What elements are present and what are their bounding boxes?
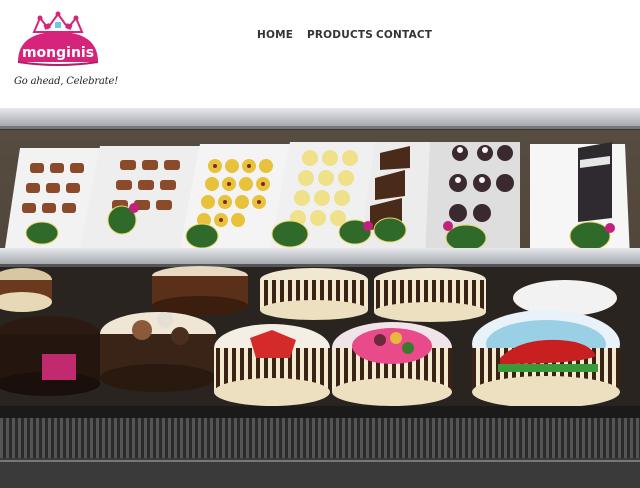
nav-products[interactable]: PRODUCTS: [307, 29, 373, 41]
lower-shelf: [0, 266, 640, 408]
monginis-logo[interactable]: monginis Go ahead, Celebrate!: [12, 10, 118, 98]
brand-tagline: Go ahead, Celebrate!: [14, 76, 119, 87]
main-nav: HOME PRODUCTS CONTACT: [0, 29, 640, 45]
nav-home[interactable]: HOME: [257, 29, 293, 41]
nav-contact[interactable]: CONTACT: [376, 29, 432, 41]
brand-name: monginis: [22, 45, 94, 61]
bakery-display-photo: [0, 108, 640, 488]
hero-banner: [0, 108, 640, 488]
site-header: monginis Go ahead, Celebrate! HOME PRODU…: [0, 0, 640, 108]
upper-shelf: [0, 130, 640, 258]
